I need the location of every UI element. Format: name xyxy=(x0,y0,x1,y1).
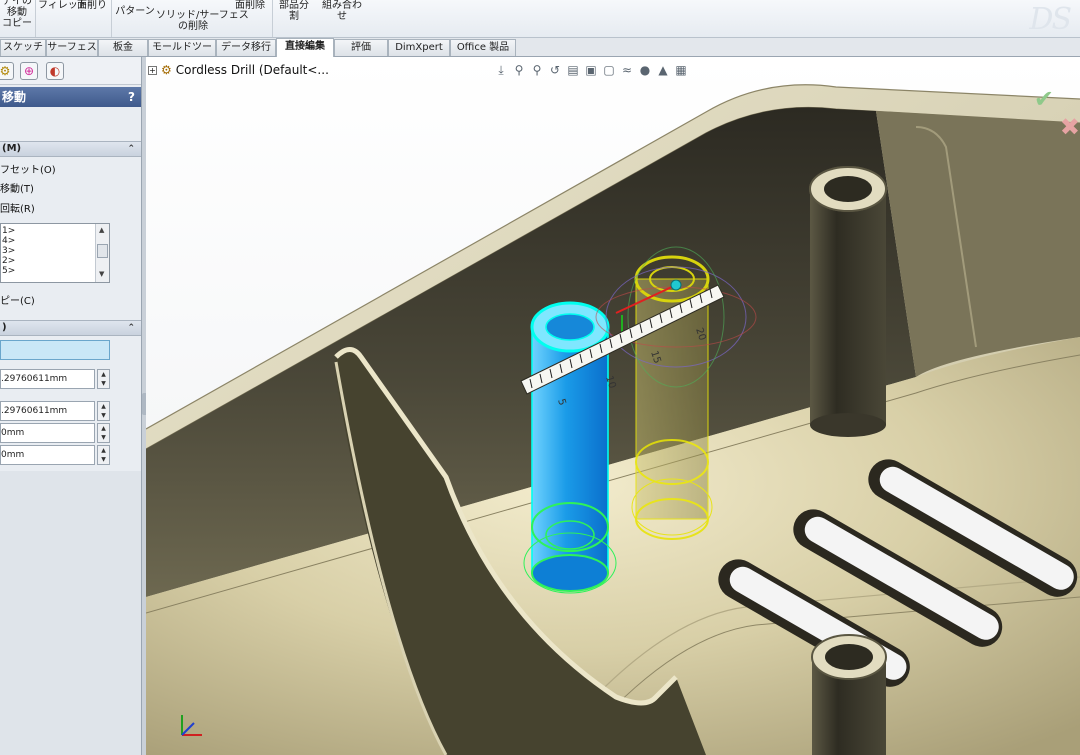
list-item[interactable]: 5> xyxy=(2,267,15,276)
list-item[interactable]: 3> xyxy=(2,247,15,256)
delta-x-spinner[interactable]: ▲ ▼ xyxy=(97,401,110,421)
ribbon-move-copy-body-button[interactable]: デイの 移動 コピー xyxy=(0,0,34,29)
scroll-up-icon[interactable]: ▲ xyxy=(99,226,104,234)
tab-surfaces[interactable]: サーフェス xyxy=(46,39,98,56)
option-copy[interactable]: ピー(C) xyxy=(0,292,35,307)
section-parameters-header[interactable]: ) ⌃ xyxy=(0,320,141,336)
tab-sheet-metal[interactable]: 板金 xyxy=(98,39,148,56)
display-style-icon[interactable]: ▢ xyxy=(600,61,618,79)
delta-x-field[interactable]: .29760611mm xyxy=(0,401,95,421)
scroll-down-icon[interactable]: ▼ xyxy=(99,270,104,278)
distance-spinner[interactable]: ▲ ▼ xyxy=(97,369,110,389)
zoom-to-area-icon[interactable]: ⚲ xyxy=(528,61,546,79)
tab-mold-tools[interactable]: モールドツール xyxy=(148,39,216,69)
reference-triad-icon xyxy=(181,715,202,736)
manager-tabs: ⚙ ⊕ ◐ xyxy=(0,57,141,85)
assembly-icon: ⚙ xyxy=(161,63,172,77)
section-move-label: (M) xyxy=(2,143,22,154)
help-icon[interactable]: ? xyxy=(128,87,135,107)
panel-empty-area xyxy=(0,471,141,755)
ribbon-delete-solid-surface-button[interactable]: ソリッド/サーフェス の削除 xyxy=(156,10,249,32)
tab-office-products[interactable]: Office 製品 xyxy=(450,39,516,56)
selection-listbox[interactable]: 1> 4> 3> 2> 5> ▲ ▼ xyxy=(0,223,110,283)
screw-boss-back xyxy=(809,166,887,437)
expand-icon[interactable]: + xyxy=(148,66,157,75)
ribbon-split-part-button[interactable]: 部品分 割 xyxy=(276,0,312,22)
delta-y-spinner[interactable]: ▲ ▼ xyxy=(97,423,110,443)
tab-evaluate[interactable]: 評価 xyxy=(334,39,388,56)
graphics-area[interactable]: 5 10 15 20 + ⚙ Cordless Drill (Default<...… xyxy=(146,57,1080,755)
window-controls: ▣▤—□ xyxy=(986,57,1074,58)
listbox-scrollbar[interactable]: ▲ ▼ xyxy=(95,224,109,282)
solidworks-logo: DS xyxy=(1029,2,1072,37)
reference-selection-field[interactable] xyxy=(0,340,110,360)
tab-dimxpert[interactable]: DimXpert xyxy=(388,39,450,56)
option-translate[interactable]: 移動(T) xyxy=(0,180,34,195)
display-manager-icon[interactable]: ◐ xyxy=(46,62,64,80)
scrollbar-thumb[interactable] xyxy=(97,244,108,258)
tab-direct-editing[interactable]: 直接編集 xyxy=(276,38,334,57)
maximize-icon[interactable]: □ xyxy=(1058,57,1074,58)
panel-title-bar: 移動 ? xyxy=(0,87,141,107)
ribbon-fillet-button[interactable]: フィレット xyxy=(38,0,88,11)
option-rotate[interactable]: 回転(R) xyxy=(0,200,35,215)
ribbon-separator xyxy=(111,0,112,37)
cancel-x-icon[interactable]: ✖ xyxy=(1060,113,1080,141)
pan-icon[interactable]: ⤓ xyxy=(492,61,510,79)
screw-boss-front xyxy=(811,634,887,755)
ok-check-icon[interactable]: ✔ xyxy=(1034,85,1054,113)
minimize-icon[interactable]: — xyxy=(1036,57,1052,58)
option-offset[interactable]: フセット(O) xyxy=(0,161,56,176)
zoom-to-fit-icon[interactable]: ⚲ xyxy=(510,61,528,79)
assembly-name[interactable]: Cordless Drill (Default<... xyxy=(176,63,329,77)
cad-model-scene: 5 10 15 20 xyxy=(146,57,1080,755)
section-move-header[interactable]: (M) ⌃ xyxy=(0,141,141,157)
section-view-icon[interactable]: ▤ xyxy=(564,61,582,79)
ribbon-chamfer-button[interactable]: 面削り xyxy=(75,0,109,11)
tab-sketch[interactable]: スケッチ xyxy=(0,39,46,56)
heads-up-view-toolbar: ⤓ ⚲ ⚲ ↺ ▤ ▣ ▢ ≈ ● ▲ ▦ xyxy=(492,61,690,81)
ribbon-delete-face-button[interactable]: 面削除 xyxy=(230,0,270,11)
hide-show-items-icon[interactable]: ≈ xyxy=(618,61,636,79)
section-parameters-label: ) xyxy=(2,322,7,333)
delta-z-field[interactable]: 0mm xyxy=(0,445,95,465)
ribbon-separator xyxy=(35,0,36,37)
previous-view-icon[interactable]: ↺ xyxy=(546,61,564,79)
ribbon-pattern-button[interactable]: パターン xyxy=(114,6,156,17)
configuration-manager-icon[interactable]: ⊕ xyxy=(20,62,38,80)
list-item[interactable]: 4> xyxy=(2,237,15,246)
delta-z-spinner[interactable]: ▲ ▼ xyxy=(97,445,110,465)
property-manager-panel: ⚙ ⊕ ◐ 移動 ? (M) ⌃ フセット(O) 移動(T) 回転(R) 1> … xyxy=(0,57,142,755)
tab-data-migration[interactable]: データ移行 xyxy=(216,39,276,56)
edit-appearance-icon[interactable]: ● xyxy=(636,61,654,79)
list-item[interactable]: 2> xyxy=(2,257,15,266)
view-settings-icon[interactable]: ▦ xyxy=(672,61,690,79)
ribbon-combine-button[interactable]: 組み合わ せ xyxy=(318,0,366,22)
list-item[interactable]: 1> xyxy=(2,227,15,236)
panel-title: 移動 xyxy=(2,90,27,104)
command-tabs: スケッチ サーフェス 板金 モールドツール データ移行 直接編集 評価 DimX… xyxy=(0,38,1080,69)
chevron-up-icon[interactable]: ⌃ xyxy=(127,321,135,335)
ribbon-separator xyxy=(272,0,273,37)
feature-tree-icon[interactable]: ⚙ xyxy=(0,62,14,80)
command-ribbon: デイの 移動 コピー フィレット 面削り パターン ソリッド/サーフェス の削除… xyxy=(0,0,1080,38)
feature-tree-flyout[interactable]: + ⚙ Cordless Drill (Default<... xyxy=(148,63,329,77)
view-orientation-icon[interactable]: ▣ xyxy=(582,61,600,79)
distance-field[interactable]: .29760611mm xyxy=(0,369,95,389)
delta-y-field[interactable]: 0mm xyxy=(0,423,95,443)
chevron-up-icon[interactable]: ⌃ xyxy=(127,142,135,156)
apply-scene-icon[interactable]: ▲ xyxy=(654,61,672,79)
